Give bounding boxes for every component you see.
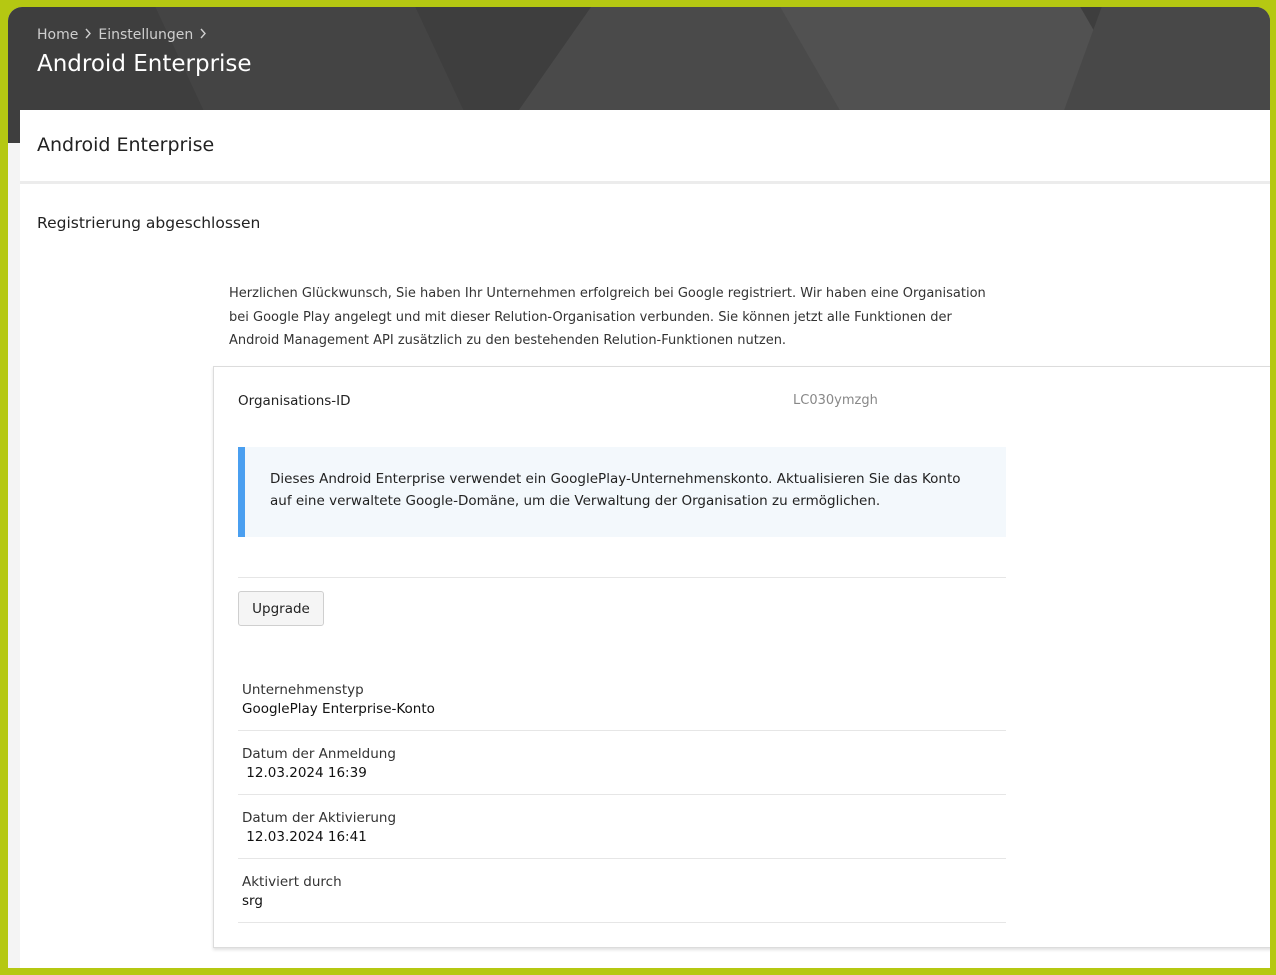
field-activated-by: Aktiviert durch srg <box>242 874 1006 909</box>
enterprise-details-panel: Organisations-ID LC030ymzgh Dieses Andro… <box>213 366 1270 948</box>
field-label: Datum der Aktivierung <box>242 810 397 826</box>
field-label: Aktiviert durch <box>242 874 342 890</box>
chevron-right-icon <box>84 28 92 43</box>
divider <box>238 730 1006 731</box>
field-value: 12.03.2024 16:41 <box>242 829 367 845</box>
breadcrumb: Home Einstellungen <box>37 27 207 43</box>
field-label: Unternehmenstyp <box>242 682 364 698</box>
breadcrumb-home[interactable]: Home <box>37 27 78 43</box>
breadcrumb-settings[interactable]: Einstellungen <box>98 27 193 43</box>
field-value: 12.03.2024 16:39 <box>242 765 367 781</box>
main-card: Android Enterprise Registrierung abgesch… <box>20 110 1270 968</box>
field-value: srg <box>242 893 263 909</box>
chevron-right-icon <box>199 28 207 43</box>
field-signup-date: Datum der Anmeldung 12.03.2024 16:39 <box>242 746 1006 781</box>
card-title: Android Enterprise <box>37 134 215 156</box>
intro-text: Herzlichen Glückwunsch, Sie haben Ihr Un… <box>229 286 986 348</box>
org-id-value: LC030ymzgh <box>793 393 878 408</box>
field-enterprise-type: Unternehmenstyp GooglePlay Enterprise-Ko… <box>242 682 1006 717</box>
divider <box>238 922 1006 923</box>
app-frame: Home Einstellungen Android Enterprise An… <box>8 7 1270 968</box>
org-id-label: Organisations-ID <box>238 393 351 409</box>
field-label: Datum der Anmeldung <box>242 746 396 762</box>
field-value: GooglePlay Enterprise-Konto <box>242 701 435 717</box>
divider <box>238 794 1006 795</box>
upgrade-button[interactable]: Upgrade <box>238 591 324 626</box>
info-alert: Dieses Android Enterprise verwendet ein … <box>238 447 1006 537</box>
info-alert-text: Dieses Android Enterprise verwendet ein … <box>270 471 961 509</box>
field-activation-date: Datum der Aktivierung 12.03.2024 16:41 <box>242 810 1006 845</box>
divider <box>238 577 1006 578</box>
card-divider <box>20 181 1270 184</box>
page-title: Android Enterprise <box>37 51 252 77</box>
divider <box>238 858 1006 859</box>
section-title: Registrierung abgeschlossen <box>37 214 261 232</box>
